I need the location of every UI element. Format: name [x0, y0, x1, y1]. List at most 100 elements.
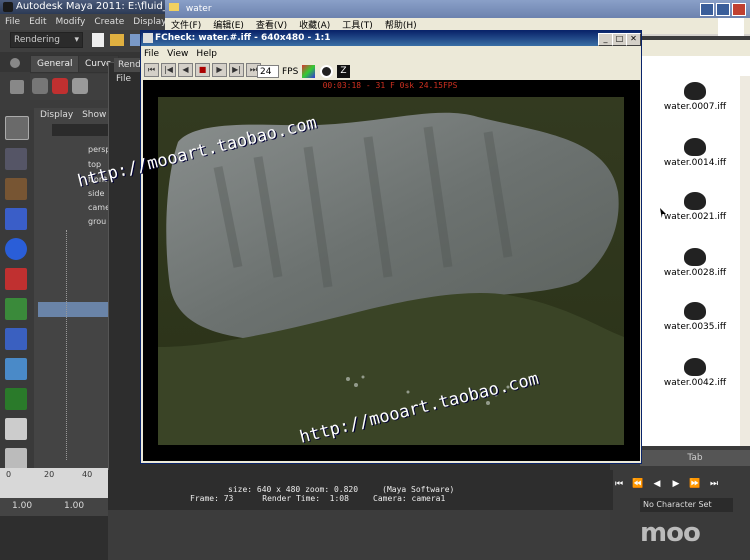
- playback-controls: ⏮ ⏪ ◀ ▶ ⏩ ⏭: [612, 476, 748, 490]
- play-forward-icon[interactable]: ▶: [212, 63, 227, 77]
- outliner-menu-show[interactable]: Show: [82, 110, 106, 120]
- fcheck-menu-view[interactable]: View: [167, 49, 188, 59]
- file-item[interactable]: water.0028.iff: [640, 246, 750, 300]
- zdepth-channel-icon[interactable]: Z: [337, 65, 350, 78]
- tab-general[interactable]: General: [30, 55, 80, 73]
- maximize-icon[interactable]: [716, 3, 730, 16]
- file-name: water.0021.iff: [663, 212, 727, 222]
- maya-menu-edit[interactable]: Edit: [29, 17, 46, 27]
- mode-combo-label: Rendering: [14, 35, 60, 45]
- outliner-item-label: grou: [88, 217, 107, 226]
- iff-file-icon: [684, 138, 706, 156]
- render-view-menu-file[interactable]: File: [116, 74, 131, 84]
- alpha-channel-icon[interactable]: [320, 65, 333, 78]
- iff-file-icon: [684, 302, 706, 320]
- iff-file-icon: [684, 358, 706, 376]
- open-folder-icon[interactable]: [110, 34, 124, 46]
- maya-menu-display[interactable]: Display: [133, 17, 166, 27]
- timeline-tick-label: 0: [6, 470, 12, 479]
- file-item[interactable]: water.0035.iff: [640, 300, 750, 354]
- prev-frame-icon[interactable]: |◀: [161, 63, 176, 77]
- time-slider[interactable]: 0 20 40: [0, 468, 108, 498]
- file-name: water.0007.iff: [663, 102, 727, 112]
- skip-end-icon[interactable]: ⏭: [707, 477, 721, 491]
- moo-logo: moo: [640, 518, 701, 548]
- fcheck-menu-help[interactable]: Help: [196, 49, 217, 59]
- move-icon[interactable]: [5, 208, 27, 230]
- mode-combo[interactable]: Rendering ▾: [10, 32, 83, 48]
- render-settings-icon[interactable]: [32, 78, 48, 94]
- fps-value: 24: [260, 67, 272, 77]
- step-forward-icon[interactable]: ⏩: [688, 477, 702, 491]
- fcheck-minimize-button[interactable]: _: [598, 33, 613, 46]
- timeline-tick-label: 20: [44, 470, 55, 479]
- outliner-row[interactable]: persp: [38, 142, 111, 157]
- character-set-field[interactable]: No Character Set: [640, 498, 733, 512]
- render-view-icon[interactable]: [72, 78, 88, 94]
- fcheck-menu-file[interactable]: File: [144, 49, 159, 59]
- outliner-row[interactable]: side: [38, 186, 108, 201]
- range-end-field[interactable]: 1.00: [64, 501, 84, 511]
- soft-mod-icon[interactable]: [5, 328, 27, 350]
- play-back-icon[interactable]: ◀: [650, 477, 664, 491]
- help-icon[interactable]: [52, 78, 68, 94]
- outliner-search-field[interactable]: [52, 124, 108, 136]
- maya-menu-file[interactable]: File: [5, 17, 20, 27]
- scale-icon[interactable]: [5, 268, 27, 290]
- file-item[interactable]: water.0021.iff: [640, 190, 750, 244]
- folder-icon: [169, 3, 179, 11]
- explorer-title-text: water: [185, 4, 212, 14]
- paint-brush-icon[interactable]: [5, 178, 27, 200]
- maya-menubar: File Edit Modify Create Display: [0, 14, 170, 30]
- manipulator-icon[interactable]: [5, 298, 27, 320]
- toolbox: [0, 110, 34, 500]
- maya-menu-create[interactable]: Create: [94, 17, 124, 27]
- chevron-down-icon: ▾: [74, 35, 79, 45]
- minimize-icon[interactable]: [700, 3, 714, 16]
- gear-icon[interactable]: [10, 58, 20, 68]
- file-name: water.0042.iff: [663, 378, 727, 388]
- next-frame-icon[interactable]: ▶|: [229, 63, 244, 77]
- explorer-window-controls: [700, 1, 748, 16]
- outliner-row[interactable]: came: [38, 200, 111, 215]
- play-backward-icon[interactable]: ◀: [178, 63, 193, 77]
- fps-input[interactable]: 24: [257, 65, 279, 78]
- select-arrow-icon[interactable]: [5, 116, 29, 140]
- iff-file-icon: [684, 192, 706, 210]
- play-forward-icon[interactable]: ▶: [669, 477, 683, 491]
- shelf-menu-icon[interactable]: [10, 80, 24, 94]
- file-item[interactable]: water.0014.iff: [640, 136, 750, 190]
- outliner-item-label: came: [88, 203, 111, 212]
- render-view-tab-label: Rend: [118, 60, 141, 70]
- windows-logo-icon: [718, 18, 744, 36]
- range-start-field[interactable]: 1.00: [12, 501, 32, 511]
- outliner-row[interactable]: grou: [38, 214, 108, 229]
- fcheck-menubar: File View Help: [144, 48, 344, 60]
- fcheck-titlebar: FCheck: water.#.iff - 640x480 - 1:1: [141, 31, 641, 46]
- explorer-titlebar: water: [165, 0, 750, 18]
- show-manip-icon[interactable]: [5, 358, 27, 380]
- new-scene-icon[interactable]: [92, 33, 104, 47]
- outliner-menu-display[interactable]: Display: [40, 110, 73, 120]
- explorer-tab-button[interactable]: Tab: [640, 450, 750, 466]
- fcheck-maximize-button[interactable]: □: [612, 33, 627, 46]
- fcheck-close-button[interactable]: ✕: [626, 33, 641, 46]
- rgb-channel-icon[interactable]: [302, 65, 315, 78]
- layout-single-icon[interactable]: [5, 418, 27, 440]
- stop-icon[interactable]: ■: [195, 63, 210, 77]
- rotate-icon[interactable]: [5, 238, 27, 260]
- layout-quad-icon[interactable]: [5, 448, 27, 470]
- iff-file-icon: [684, 248, 706, 266]
- close-icon[interactable]: [732, 3, 746, 16]
- file-item[interactable]: water.0042.iff: [640, 356, 750, 410]
- character-set-label: No Character Set: [643, 500, 712, 509]
- file-item[interactable]: water.0007.iff: [640, 80, 750, 134]
- particle-icon[interactable]: [5, 388, 27, 410]
- step-back-icon[interactable]: ⏪: [631, 477, 645, 491]
- maya-menu-modify[interactable]: Modify: [56, 17, 86, 27]
- fcheck-app-icon: [143, 33, 153, 43]
- skip-start-icon[interactable]: ⏮: [612, 477, 626, 491]
- outliner-tree-lines: [66, 230, 107, 460]
- lasso-icon[interactable]: [5, 148, 27, 170]
- first-frame-icon[interactable]: ⏮: [144, 63, 159, 77]
